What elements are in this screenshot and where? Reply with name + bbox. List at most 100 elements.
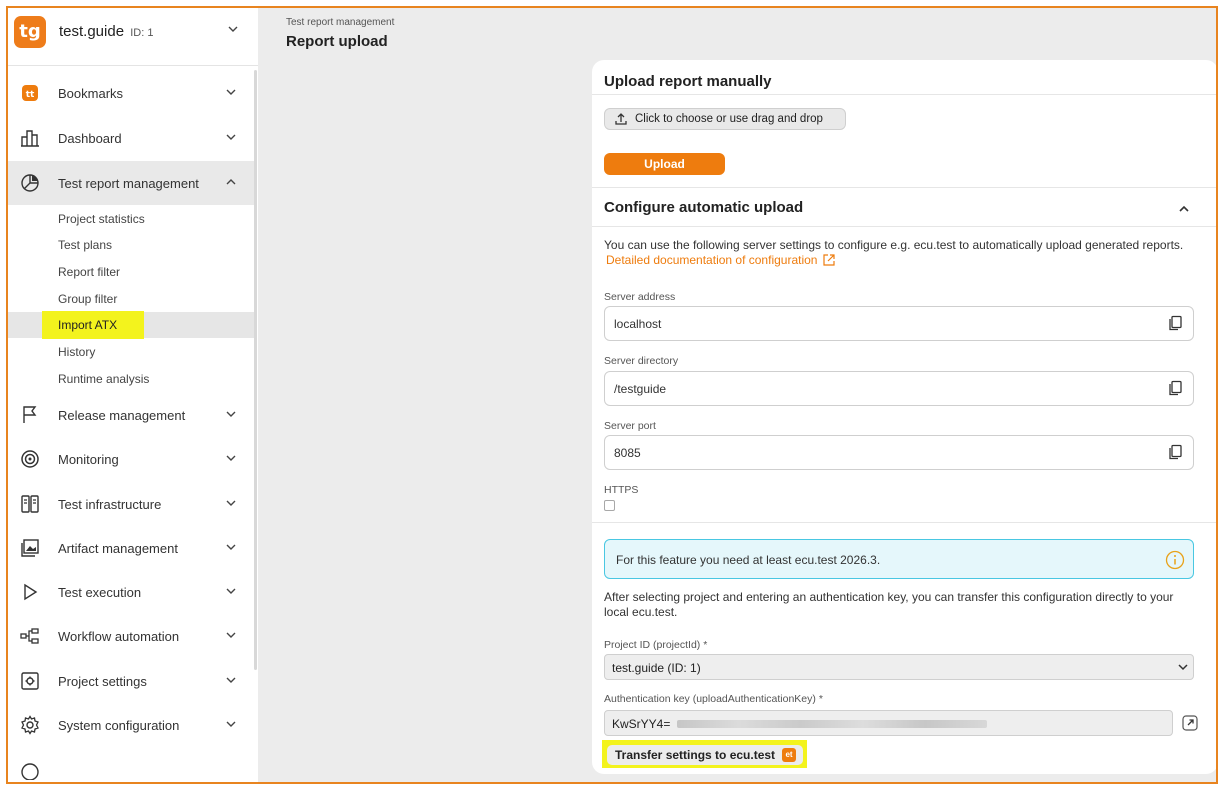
play-icon	[24, 583, 38, 601]
sidebar-subitem-label: Project statistics	[58, 212, 145, 226]
auth-key-field[interactable]: KwSrYY4=	[604, 710, 1173, 736]
transfer-description: After selecting project and entering an …	[604, 590, 1174, 619]
svg-text:tt: tt	[26, 90, 35, 100]
chevron-up-icon	[226, 179, 236, 185]
sidebar-subitem-report-filter[interactable]: Report filter	[8, 259, 254, 285]
bookmark-tt-icon: tt	[22, 85, 38, 101]
sidebar-item-workflow-automation[interactable]: Workflow automation	[8, 614, 254, 658]
chevron-down-icon	[226, 134, 236, 140]
server-address-field[interactable]: localhost	[604, 306, 1194, 341]
app-logo: tg	[14, 16, 46, 48]
chevron-up-icon[interactable]	[1177, 202, 1191, 216]
sidebar-item-test-report-management[interactable]: Test report management	[8, 161, 254, 205]
project-id-value: test.guide (ID: 1)	[612, 661, 701, 675]
server-port-label: Server port	[604, 420, 656, 432]
sidebar-scrollbar[interactable]	[254, 70, 257, 670]
sidebar-subitem-label: Import ATX	[58, 318, 118, 332]
copy-icon[interactable]	[1167, 380, 1183, 396]
project-id-select[interactable]: test.guide (ID: 1)	[604, 654, 1194, 680]
server-directory-value: /testguide	[614, 382, 667, 396]
sidebar-item-test-execution[interactable]: Test execution	[8, 570, 254, 614]
server-directory-field[interactable]: /testguide	[604, 371, 1194, 406]
https-label: HTTPS	[604, 484, 639, 496]
divider	[8, 65, 258, 66]
info-icon	[1165, 550, 1185, 570]
documentation-link[interactable]: Detailed documentation of configuration	[606, 253, 835, 267]
choose-file-label: Click to choose or use drag and drop	[635, 113, 823, 125]
image-folder-icon	[21, 539, 39, 557]
sidebar-subitem-runtime-analysis[interactable]: Runtime analysis	[8, 366, 254, 392]
sidebar-item-label: Bookmarks	[58, 86, 124, 101]
app-id: ID: 1	[130, 27, 154, 39]
choose-file-button[interactable]: Click to choose or use drag and drop	[604, 108, 846, 130]
redacted-key	[677, 720, 987, 728]
server-icon	[21, 495, 39, 513]
sidebar-item-monitoring[interactable]: Monitoring	[8, 437, 254, 481]
bar-chart-icon	[21, 130, 39, 147]
workflow-icon	[20, 628, 39, 644]
sidebar-item-bookmarks[interactable]: tt Bookmarks	[8, 71, 254, 115]
sidebar-item-label: Workflow automation	[58, 629, 180, 644]
server-port-field[interactable]: 8085	[604, 435, 1194, 470]
sidebar-item-test-infrastructure[interactable]: Test infrastructure	[8, 482, 254, 526]
pie-chart-icon	[21, 174, 39, 192]
sidebar-item-label: Test report management	[58, 176, 199, 191]
breadcrumb[interactable]: Test report management	[286, 17, 394, 28]
help-icon	[21, 763, 39, 780]
auth-key-label: Authentication key (uploadAuthentication…	[604, 693, 823, 705]
copy-icon[interactable]	[1167, 315, 1183, 331]
sidebar-item-system-configuration[interactable]: System configuration	[8, 703, 254, 747]
sidebar-item-artifact-management[interactable]: Artifact management	[8, 526, 254, 570]
chevron-down-icon	[228, 26, 238, 32]
auth-key-label-text: Authentication key (uploadAuthentication…	[604, 693, 816, 705]
app-name: test.guide	[59, 23, 125, 40]
sidebar-item-project-settings[interactable]: Project settings	[8, 659, 254, 703]
chevron-down-icon	[226, 677, 236, 683]
sidebar-subitem-history[interactable]: History	[8, 339, 254, 365]
divider	[592, 187, 1216, 188]
project-id-label: Project ID (projectId) *	[604, 639, 707, 651]
auth-key-value: KwSrYY4=	[612, 717, 671, 731]
sidebar-item-release-management[interactable]: Release management	[8, 393, 254, 437]
sidebar-subitem-label: History	[58, 345, 96, 359]
chevron-down-icon	[226, 89, 236, 95]
project-id-label-text: Project ID (projectId)	[604, 639, 701, 651]
divider	[592, 226, 1216, 227]
documentation-link-label: Detailed documentation of configuration	[606, 253, 818, 267]
configure-upload-heading: Configure automatic upload	[604, 199, 804, 216]
sidebar-subitem-import-atx[interactable]: Import ATX	[8, 311, 254, 339]
copy-icon[interactable]	[1167, 444, 1183, 460]
server-port-value: 8085	[614, 446, 641, 460]
external-link-icon[interactable]	[1182, 715, 1198, 731]
chevron-down-icon	[226, 411, 236, 417]
sidebar-item-label: Dashboard	[58, 131, 122, 146]
sidebar-subitem-test-plans[interactable]: Test plans	[8, 232, 254, 258]
required-marker: *	[703, 639, 708, 651]
sidebar-subitem-label: Report filter	[58, 265, 121, 279]
chevron-down-icon	[226, 588, 236, 594]
https-checkbox[interactable]	[604, 500, 615, 511]
chevron-down-icon	[226, 500, 236, 506]
sidebar-subitem-label: Runtime analysis	[58, 372, 150, 386]
server-directory-label: Server directory	[604, 355, 679, 367]
transfer-settings-button[interactable]: Transfer settings to ecu.test et	[607, 745, 803, 765]
chevron-down-icon	[226, 632, 236, 638]
page-title: Report upload	[286, 33, 388, 50]
divider	[592, 94, 1216, 95]
sidebar-subitem-label: Test plans	[58, 238, 113, 252]
sidebar-item-label: Test infrastructure	[58, 497, 162, 512]
sidebar: tg test.guide ID: 1 tt Bookmarks Dashboa…	[8, 8, 258, 782]
project-gear-icon	[21, 672, 39, 690]
upload-card: Upload report manually Click to choose o…	[592, 60, 1216, 774]
sidebar-subitem-group-filter[interactable]: Group filter	[8, 286, 254, 312]
app-switcher[interactable]: tg test.guide ID: 1	[8, 8, 258, 56]
upload-button[interactable]: Upload	[604, 153, 725, 175]
server-address-value: localhost	[614, 317, 662, 331]
external-link-icon	[823, 254, 835, 266]
server-address-label: Server address	[604, 291, 676, 303]
sidebar-subitem-project-statistics[interactable]: Project statistics	[8, 206, 254, 232]
app-window: tg test.guide ID: 1 tt Bookmarks Dashboa…	[6, 6, 1218, 784]
sidebar-item-label: Monitoring	[58, 452, 119, 467]
gear-icon	[21, 715, 39, 735]
sidebar-item-dashboard[interactable]: Dashboard	[8, 116, 254, 160]
